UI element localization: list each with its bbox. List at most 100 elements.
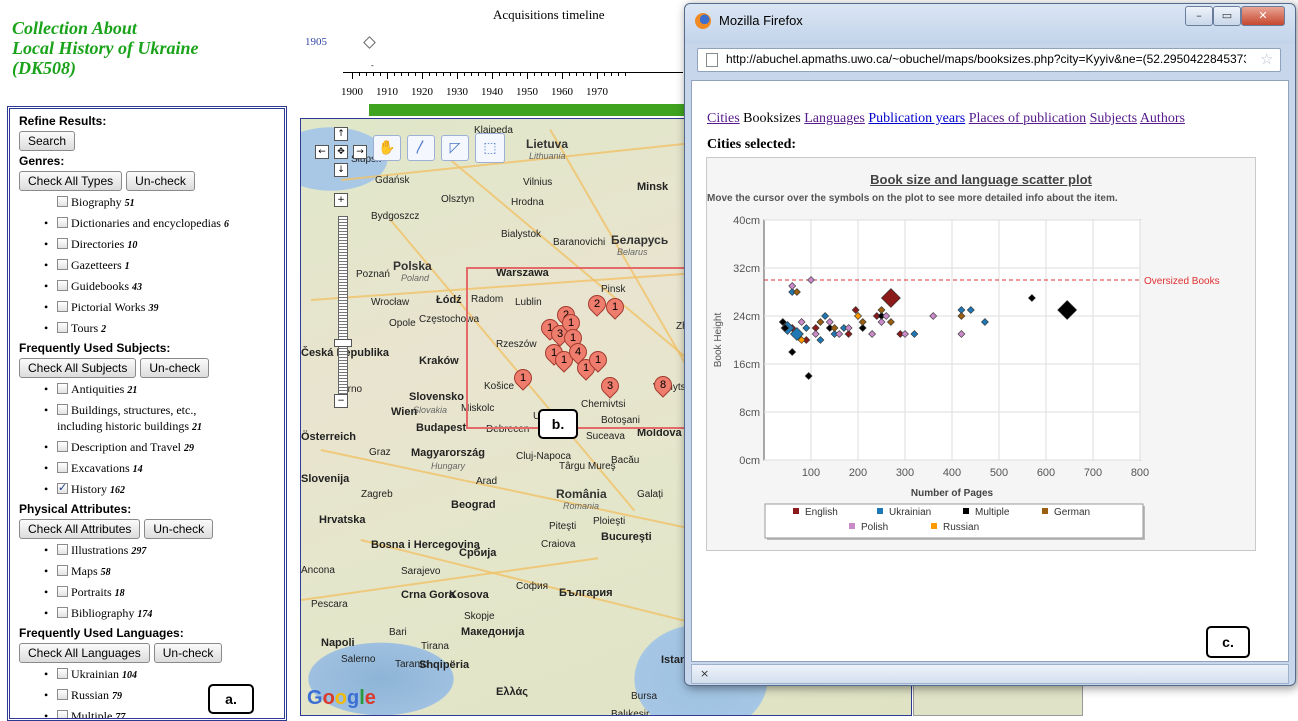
check-all-types-button[interactable]: Check All Types [19, 171, 123, 191]
genres-item-count: 6 [223, 219, 229, 230]
zoom-in-icon[interactable]: + [334, 193, 348, 207]
genres-checkbox[interactable] [57, 322, 68, 333]
zoom-out-icon[interactable]: − [334, 394, 348, 408]
physical-checkbox[interactable] [57, 607, 68, 618]
popup-nav-places-of-publication[interactable]: Places of publication [969, 111, 1086, 126]
genres-checkbox[interactable] [57, 301, 68, 312]
search-button[interactable]: Search [19, 131, 76, 151]
line-tool-icon[interactable]: 〳 [407, 135, 435, 161]
timeline-tick [597, 72, 598, 79]
map-marker-count: 3 [606, 380, 614, 392]
physical-item-label: Portraits [71, 585, 112, 599]
map-city-label: Pescara [311, 599, 348, 610]
site-title-line: (DK508) [12, 58, 76, 78]
genres-checkbox[interactable] [57, 217, 68, 228]
pan-down-icon[interactable]: ↓ [334, 163, 348, 177]
timeline-tick-label: 1950 [516, 86, 538, 98]
popup-nav-authors[interactable]: Authors [1140, 111, 1185, 126]
maximize-icon[interactable]: ▭ [1213, 6, 1241, 26]
subjects-checkbox[interactable] [57, 441, 68, 452]
genres-item: Directories 10 [44, 236, 275, 254]
timeline-minor-tick [534, 72, 535, 76]
pan-up-icon[interactable]: ↑ [334, 127, 348, 141]
page-icon [706, 53, 718, 67]
timeline-marker-year: 1905 [305, 36, 327, 48]
popup-nav-cities[interactable]: Cities [707, 111, 740, 126]
map-city-label: Olsztyn [441, 194, 475, 205]
uncheck-subjects-button[interactable]: Un-check [140, 358, 210, 378]
timeline-title: Acquisitions timeline [493, 7, 605, 22]
url-bar[interactable]: http://abuchel.apmaths.uwo.ca/~obuchel/m… [697, 48, 1281, 72]
bookmark-star-icon[interactable]: ☆ [1260, 50, 1273, 68]
legend-swatch [931, 523, 937, 529]
genres-item-count: 1 [124, 261, 130, 272]
popup-nav-subjects[interactable]: Subjects [1090, 111, 1137, 126]
genres-checkbox[interactable] [57, 196, 68, 207]
genres-checkbox[interactable] [57, 280, 68, 291]
timeline-marker-diamond[interactable] [363, 36, 376, 49]
physical-checkbox[interactable] [57, 544, 68, 555]
physical-checkbox[interactable] [57, 565, 68, 576]
site-title-line: Local History of Ukraine [12, 38, 199, 58]
subjects-heading: Frequently Used Subjects: [19, 341, 171, 355]
uncheck-attributes-button[interactable]: Un-check [144, 519, 214, 539]
languages-checkbox[interactable] [57, 710, 68, 718]
check-all-languages-button[interactable]: Check All Languages [19, 643, 150, 663]
genres-checkbox[interactable] [57, 259, 68, 270]
rectangle-select-tool-icon[interactable]: ⬚ [475, 133, 505, 163]
close-icon[interactable]: ✕ [1241, 6, 1285, 26]
subjects-item-label: Antiquities [71, 382, 125, 396]
x-axis-label: Number of Pages [911, 488, 994, 499]
popup-nav-languages[interactable]: Languages [804, 111, 865, 126]
timeline-tick [527, 72, 528, 79]
pan-center-icon[interactable]: ✥ [334, 145, 348, 159]
map-city-label: Bursa [631, 691, 658, 702]
genres-item: Pictorial Works 39 [44, 299, 275, 317]
map-city-label: Bucureşti [601, 531, 652, 543]
x-tick-label: 600 [1037, 467, 1055, 479]
physical-item-count: 174 [137, 609, 153, 620]
subjects-checkbox[interactable] [57, 383, 68, 394]
subjects-checkbox[interactable] [57, 462, 68, 473]
check-all-subjects-button[interactable]: Check All Subjects [19, 358, 137, 378]
status-close-icon[interactable]: × [700, 667, 709, 680]
languages-checkbox[interactable] [57, 689, 68, 700]
languages-checkbox[interactable] [57, 668, 68, 679]
map-city-label: Beograd [451, 499, 496, 511]
hand-tool-icon[interactable]: ✋ [373, 135, 401, 161]
subjects-item-label: Description and Travel [71, 440, 181, 454]
timeline-minor-tick [464, 72, 465, 76]
polygon-tool-icon[interactable]: ◸ [441, 135, 469, 161]
timeline-tick [422, 72, 423, 79]
zoom-slider-track[interactable] [338, 216, 348, 396]
genres-item: Tours 2 [44, 320, 275, 338]
map-city-label: Ancona [301, 565, 335, 576]
map-city-label: Salerno [341, 654, 376, 665]
physical-checkbox[interactable] [57, 586, 68, 597]
map-city-label: Wrocław [371, 297, 410, 308]
site-title-line: Collection About [12, 18, 137, 38]
subjects-checkbox[interactable] [57, 404, 68, 415]
genres-checkbox[interactable] [57, 238, 68, 249]
scatter-chart[interactable]: 100 200 300 400 500 600 700 800 0cm 8cm 16cm 24cm 32… [707, 158, 1255, 550]
zoom-slider-thumb[interactable] [334, 339, 352, 347]
pan-left-icon[interactable]: ← [315, 145, 329, 159]
uncheck-languages-button[interactable]: Un-check [153, 643, 223, 663]
map-city-label: Lietuva [526, 137, 569, 151]
map-city-label: България [559, 587, 613, 599]
subjects-checkbox[interactable] [57, 480, 68, 496]
timeline-minor-tick [583, 72, 584, 76]
pan-right-icon[interactable]: → [353, 145, 367, 159]
refine-heading: Refine Results: [19, 114, 107, 128]
uncheck-types-button[interactable]: Un-check [126, 171, 195, 191]
subjects-item-label: Excavations [71, 461, 130, 475]
timeline-range-bar[interactable] [369, 104, 689, 116]
popup-nav-publication-years[interactable]: Publication years [868, 111, 965, 126]
minimize-icon[interactable]: – [1185, 6, 1213, 26]
map-city-label: Hrodna [511, 197, 544, 208]
map-city-label: Balıkesir [611, 709, 650, 716]
physical-item-label: Bibliography [71, 606, 135, 620]
check-all-attributes-button[interactable]: Check All Attributes [19, 519, 141, 539]
physical-item: Bibliography 174 [44, 605, 275, 623]
y-tick-label: 40cm [733, 215, 760, 227]
